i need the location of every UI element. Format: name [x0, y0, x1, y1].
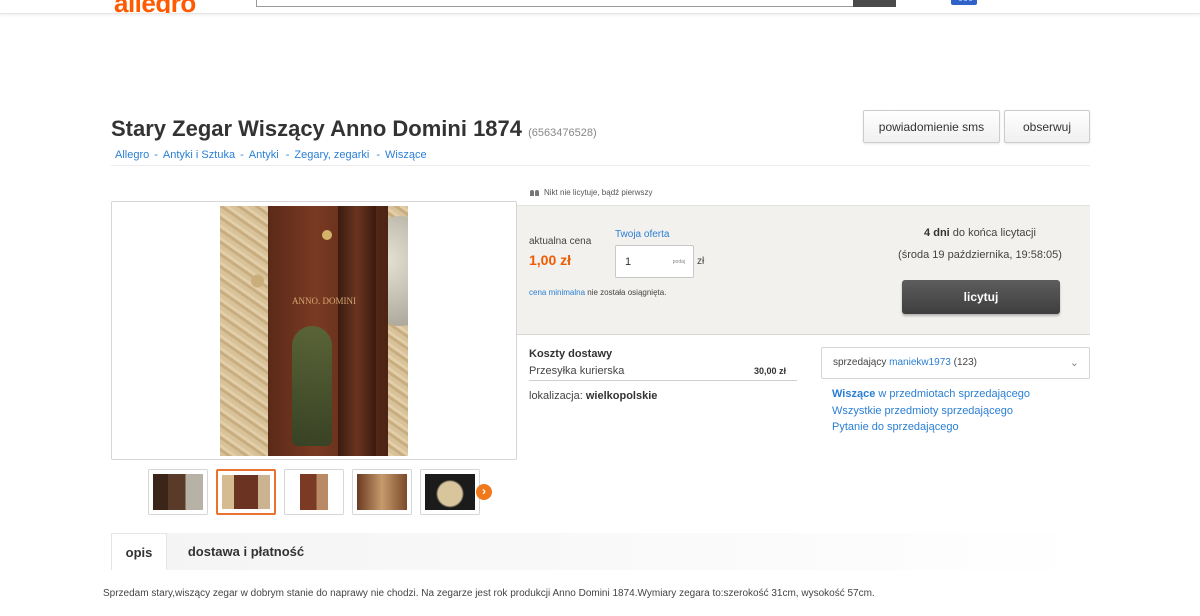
thumbnail[interactable] — [148, 469, 208, 515]
divider — [529, 380, 797, 381]
search-input[interactable] — [256, 0, 856, 7]
min-price-note: cena minimalna nie została osiągnięta. — [529, 288, 667, 297]
thumbnail[interactable] — [284, 469, 344, 515]
tab-description[interactable]: opis — [111, 533, 167, 570]
sms-notification-button[interactable]: powiadomienie sms — [863, 110, 1000, 143]
seller-category-link[interactable]: Wiszące w przedmiotach sprzedającego — [832, 386, 1030, 403]
allegro-logo[interactable]: allegro — [114, 0, 196, 13]
breadcrumb-item[interactable]: Antyki — [249, 149, 279, 161]
breadcrumb-item[interactable]: Zegary, zegarki — [294, 149, 369, 161]
offer-id: (6563476528) — [528, 127, 597, 139]
description-text: Sprzedam stary,wiszący zegar w dobrym st… — [103, 588, 875, 599]
divider — [111, 165, 1090, 166]
thumbnail[interactable] — [352, 469, 412, 515]
current-price-label: aktualna cena — [529, 236, 592, 247]
current-price: 1,00 zł — [529, 252, 572, 268]
tab-delivery-payment[interactable]: dostawa i płatność — [178, 533, 314, 570]
breadcrumb-item[interactable]: Allegro — [115, 149, 149, 161]
watch-button[interactable]: obserwuj — [1004, 110, 1090, 143]
breadcrumb-item[interactable]: Antyki i Sztuka — [163, 149, 235, 161]
chevron-down-icon: ⌄ — [1069, 357, 1079, 369]
thumbnail-selected[interactable] — [216, 469, 276, 515]
your-offer-label: Twoja oferta — [615, 229, 670, 240]
people-icon — [529, 189, 541, 196]
cart-icon[interactable] — [951, 0, 977, 5]
seller-dropdown[interactable]: sprzedający maniekw1973 (123) ⌄ — [821, 347, 1090, 379]
breadcrumb: Allegro - Antyki i Sztuka - Antyki - Zegary, z… — [115, 149, 427, 161]
bid-panel — [517, 205, 1090, 335]
auction-end-date: (środa 19 października, 19:58:05) — [898, 249, 1062, 261]
thumbnails-next-icon[interactable]: › — [476, 484, 492, 500]
seller-all-items-link[interactable]: Wszystkie przedmioty sprzedającego — [832, 403, 1030, 420]
search-button[interactable] — [853, 0, 896, 7]
offer-input-hint: podaj — [672, 259, 685, 265]
currency-label: zł — [697, 256, 705, 267]
bid-button[interactable]: licytuj — [902, 280, 1060, 314]
delivery-title: Koszty dostawy — [529, 348, 613, 360]
location: lokalizacja: wielkopolskie — [529, 390, 658, 402]
offer-title: Stary Zegar Wiszący Anno Domini 1874 — [111, 116, 523, 141]
seller-name[interactable]: maniekw1973 — [889, 357, 951, 368]
image-painted-text: ANNO. DOMINI — [292, 296, 356, 306]
breadcrumb-item[interactable]: Wiszące — [385, 149, 427, 161]
top-header: allegro — [0, 0, 1200, 14]
page-title: Stary Zegar Wiszący Anno Domini 1874 (65… — [111, 116, 597, 142]
bidders-note: Nikt nie licytuje, bądź pierwszy — [529, 188, 652, 197]
delivery-price: 30,00 zł — [754, 366, 787, 376]
min-price-link[interactable]: cena minimalna — [529, 288, 585, 297]
thumbnail[interactable] — [420, 469, 480, 515]
delivery-method: Przesyłka kurierska — [529, 365, 625, 377]
seller-links: Wiszące w przedmiotach sprzedającego Wsz… — [832, 386, 1030, 436]
ask-seller-link[interactable]: Pytanie do sprzedającego — [832, 419, 1030, 436]
main-product-image[interactable]: ANNO. DOMINI — [220, 206, 408, 456]
offer-amount-input[interactable]: 1 podaj — [615, 245, 694, 278]
time-left: 4 dni do końca licytacji — [924, 227, 1036, 239]
